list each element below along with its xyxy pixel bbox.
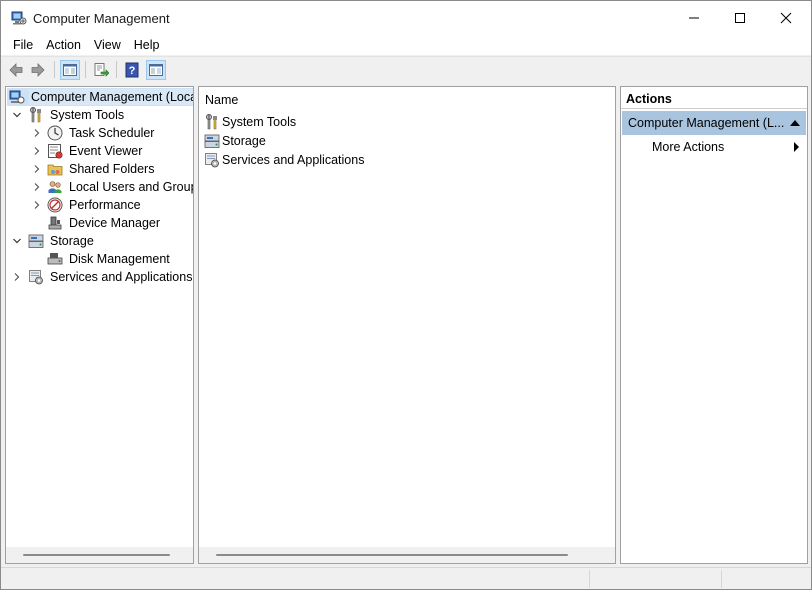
forward-button[interactable] (28, 60, 48, 80)
chevron-down-icon[interactable] (10, 234, 24, 248)
tree-horizontal-scrollbar[interactable] (6, 547, 193, 563)
toolbar-separator (85, 61, 86, 78)
storage-icon (204, 133, 220, 149)
maximize-icon (734, 12, 746, 24)
tree-item-storage[interactable]: Storage (6, 232, 194, 250)
show-hide-action-pane-icon (148, 62, 164, 78)
console-tree-pane[interactable]: Computer Management (Local System Tools (5, 86, 194, 564)
minimize-icon (688, 12, 700, 24)
title-bar[interactable]: Computer Management (1, 1, 811, 35)
tree-item-label: Device Manager (67, 215, 162, 231)
tree-item-label: Disk Management (67, 251, 172, 267)
more-actions-item[interactable]: More Actions (652, 140, 724, 154)
menu-help[interactable]: Help (128, 35, 166, 55)
tree-item-task-scheduler[interactable]: Task Scheduler (6, 124, 194, 142)
toolbar: ? (1, 56, 811, 81)
toolbar-separator (54, 61, 55, 78)
local-users-icon (47, 179, 63, 195)
tree-item-performance[interactable]: Performance (6, 196, 194, 214)
shared-folders-icon (47, 161, 63, 177)
status-divider (721, 570, 722, 588)
list-item-label: Services and Applications (222, 152, 364, 168)
tree-item-label: Task Scheduler (67, 125, 156, 141)
menu-file[interactable]: File (7, 35, 39, 55)
chevron-right-icon[interactable] (30, 180, 44, 194)
show-hide-console-tree-button[interactable] (60, 60, 80, 80)
performance-icon (47, 197, 63, 213)
tree-item-event-viewer[interactable]: Event Viewer (6, 142, 194, 160)
results-pane[interactable]: Name System Tools Storage (198, 86, 616, 564)
export-list-button[interactable] (91, 60, 111, 80)
tree-item-label: Event Viewer (67, 143, 144, 159)
window-title: Computer Management (33, 11, 170, 26)
device-manager-icon (47, 215, 63, 231)
system-tools-icon (204, 114, 220, 130)
event-viewer-icon (47, 143, 63, 159)
tree-item-label: Shared Folders (67, 161, 156, 177)
status-divider (589, 570, 590, 588)
tree-item-label: System Tools (48, 107, 126, 123)
storage-icon (28, 233, 44, 249)
computer-management-icon (11, 10, 27, 26)
back-button[interactable] (6, 60, 26, 80)
tree-item-computer-management[interactable]: Computer Management (Local (6, 88, 194, 106)
services-applications-icon (204, 152, 220, 168)
status-bar (1, 567, 811, 589)
svg-text:?: ? (129, 65, 136, 77)
actions-section-computer-management[interactable]: Computer Management (L... (622, 111, 806, 135)
menu-view[interactable]: View (88, 35, 127, 55)
scrollbar-thumb[interactable] (216, 554, 568, 556)
tree-item-label: Local Users and Groups (67, 179, 194, 195)
disk-management-icon (47, 251, 63, 267)
minimize-button[interactable] (671, 1, 717, 35)
column-header-name[interactable]: Name (205, 93, 238, 107)
submenu-arrow-icon[interactable] (794, 142, 799, 152)
menu-action[interactable]: Action (40, 35, 87, 55)
tree-item-system-tools[interactable]: System Tools (6, 106, 194, 124)
system-tools-icon (28, 107, 44, 123)
collapse-up-icon[interactable] (790, 120, 800, 126)
actions-pane: Actions Computer Management (L... More A… (620, 86, 808, 564)
close-button[interactable] (763, 1, 809, 35)
toolbar-separator (116, 61, 117, 78)
chevron-down-icon[interactable] (10, 108, 24, 122)
help-button[interactable]: ? (122, 60, 142, 80)
chevron-right-icon[interactable] (30, 126, 44, 140)
tree-item-services-and-applications[interactable]: Services and Applications (6, 268, 194, 286)
back-arrow-icon (8, 62, 24, 78)
maximize-button[interactable] (717, 1, 763, 35)
forward-arrow-icon (30, 62, 46, 78)
list-item-label: System Tools (222, 114, 296, 130)
tree-item-disk-management[interactable]: Disk Management (6, 250, 194, 268)
help-icon: ? (124, 62, 140, 78)
chevron-right-icon[interactable] (10, 270, 24, 284)
results-horizontal-scrollbar[interactable] (199, 547, 615, 563)
task-scheduler-icon (47, 125, 63, 141)
menu-bar: File Action View Help (1, 35, 811, 55)
services-applications-icon (28, 269, 44, 285)
tree-item-shared-folders[interactable]: Shared Folders (6, 160, 194, 178)
close-icon (780, 12, 792, 24)
export-list-icon (93, 62, 109, 78)
tree-item-label: Storage (48, 233, 96, 249)
computer-management-icon (9, 89, 25, 105)
tree-item-device-manager[interactable]: Device Manager (6, 214, 194, 232)
chevron-right-icon[interactable] (30, 198, 44, 212)
computer-management-window: Computer Management File Action View Hel… (0, 0, 812, 590)
show-hide-action-pane-button[interactable] (146, 60, 166, 80)
actions-section-label: Computer Management (L... (628, 116, 784, 130)
list-item-label: Storage (222, 133, 266, 149)
tree-item-label: Performance (67, 197, 143, 213)
tree-item-label: Services and Applications (48, 269, 194, 285)
tree-item-label: Computer Management (Local (29, 89, 194, 105)
chevron-right-icon[interactable] (30, 162, 44, 176)
chevron-right-icon[interactable] (30, 144, 44, 158)
scrollbar-thumb[interactable] (23, 554, 170, 556)
actions-header: Actions (621, 87, 807, 109)
show-hide-console-tree-icon (62, 62, 78, 78)
tree-item-local-users-and-groups[interactable]: Local Users and Groups (6, 178, 194, 196)
